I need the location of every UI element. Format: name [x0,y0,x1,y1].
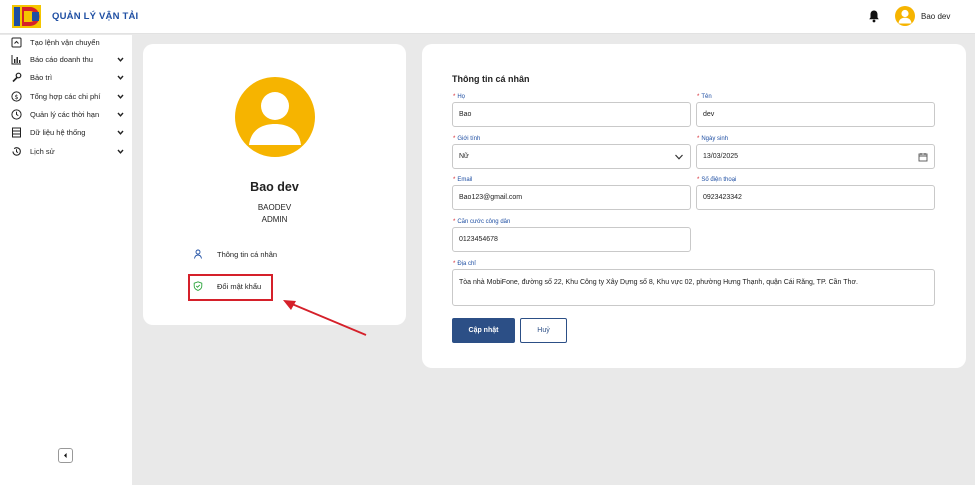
sidebar-item-history[interactable]: Lịch sử [0,144,132,160]
profile-card: Bao dev BAODEV ADMIN Thông tin cá nhân Đ… [143,44,406,325]
id-card-value: 0123454678 [459,236,498,243]
user-avatar-icon [249,92,301,145]
address-label: * Địa chỉ [453,261,476,267]
sidebar-item-maintenance[interactable]: Bảo trì [0,70,132,86]
sidebar-item-label: Tổng hợp các chi phí [30,92,101,101]
gender-label: * Giới tính [453,136,481,142]
first-name-label: * Tên [697,94,712,100]
last-name-label: * Họ [453,94,466,100]
top-header: QUẢN LÝ VẬN TẢI Bao dev [0,0,975,34]
calendar-icon[interactable] [918,152,928,162]
phone-field[interactable]: 0923423342 [696,185,935,210]
clock-icon [11,109,22,120]
chevron-left-icon [64,453,67,458]
sidebar-item-costs[interactable]: $ Tổng hợp các chi phí [0,89,132,105]
gender-value: Nữ [459,153,469,160]
id-card-label: * Căn cước công dân [453,219,511,225]
sidebar-item-label: Quản lý các thời hạn [30,110,100,119]
company-logo[interactable] [12,5,41,28]
birthday-label: * Ngày sinh [697,136,729,142]
header-user-name[interactable]: Bao dev [921,12,950,21]
sidebar-item-label: Dữ liệu hệ thống [30,128,86,137]
first-name-value: dev [703,111,715,118]
sidebar-item-create-order[interactable]: Tạo lệnh vận chuyển [0,35,132,51]
form-title: Thông tin cá nhân [452,74,530,84]
sidebar-item-label: Lịch sử [30,147,55,156]
email-field[interactable]: Bao123@gmail.com [452,185,691,210]
chevron-down-icon [117,75,124,80]
user-avatar-icon [898,9,912,24]
annotation-arrow [283,300,367,336]
square-arrow-icon [11,37,22,48]
menu-personal-info[interactable]: Thông tin cá nhân [191,247,361,263]
profile-name: Bao dev [250,180,299,194]
sidebar-item-label: Báo cáo doanh thu [30,55,93,64]
history-icon [12,147,21,156]
update-button[interactable]: Cập nhật [452,318,515,343]
user-avatar[interactable] [895,6,915,26]
profile-role: ADMIN [261,215,288,224]
chevron-down-icon [117,112,124,117]
sidebar-item-label: Bảo trì [30,73,53,82]
chevron-down-icon [117,94,124,99]
first-name-field[interactable]: dev [696,102,935,127]
phone-value: 0923423342 [703,194,742,201]
personal-info-form: Thông tin cá nhân * Họ Bao * Tên dev * Giới… [422,44,966,368]
chevron-down-icon [117,149,124,154]
last-name-value: Bao [459,111,472,118]
chevron-down-icon [675,154,683,160]
email-value: Bao123@gmail.com [459,194,523,201]
birthday-field[interactable]: 13/03/2025 [696,144,935,169]
svg-text:$: $ [14,93,18,101]
email-label: * Email [453,177,473,183]
chevron-down-icon [117,57,124,62]
birthday-value: 13/03/2025 [703,153,739,160]
id-card-field[interactable]: 0123454678 [452,227,691,252]
sidebar-item-label: Tạo lệnh vận chuyển [30,38,100,47]
app-title: QUẢN LÝ VẬN TẢI [52,11,139,22]
cancel-button[interactable]: Huỷ [520,318,567,343]
phone-label: * Số điện thoại [697,177,737,183]
address-textarea[interactable]: Tòa nhà MobiFone, đường số 22, Khu Công … [452,269,935,306]
sidebar-collapse-button[interactable] [58,448,73,463]
address-value: Tòa nhà MobiFone, đường số 22, Khu Công … [459,279,858,286]
database-icon [12,127,21,138]
menu-item-label: Thông tin cá nhân [217,250,278,259]
sidebar: Tạo lệnh vận chuyển Báo cáo doanh thu Bả… [0,35,132,485]
profile-username: BAODEV [257,203,292,212]
last-name-field[interactable]: Bao [452,102,691,127]
dollar-circle-icon: $ [11,91,22,102]
bar-chart-icon [11,55,21,65]
wrench-icon [12,72,22,83]
sidebar-item-deadlines[interactable]: Quản lý các thời hạn [0,107,132,123]
annotation-highlight-box [188,274,273,301]
user-icon [194,249,202,259]
bell-icon[interactable] [867,9,881,23]
chevron-down-icon [117,130,124,135]
gender-select[interactable]: Nữ [452,144,691,169]
sidebar-item-system-data[interactable]: Dữ liệu hệ thống [0,125,132,141]
profile-avatar[interactable] [235,77,315,157]
sidebar-item-revenue-report[interactable]: Báo cáo doanh thu [0,52,132,68]
